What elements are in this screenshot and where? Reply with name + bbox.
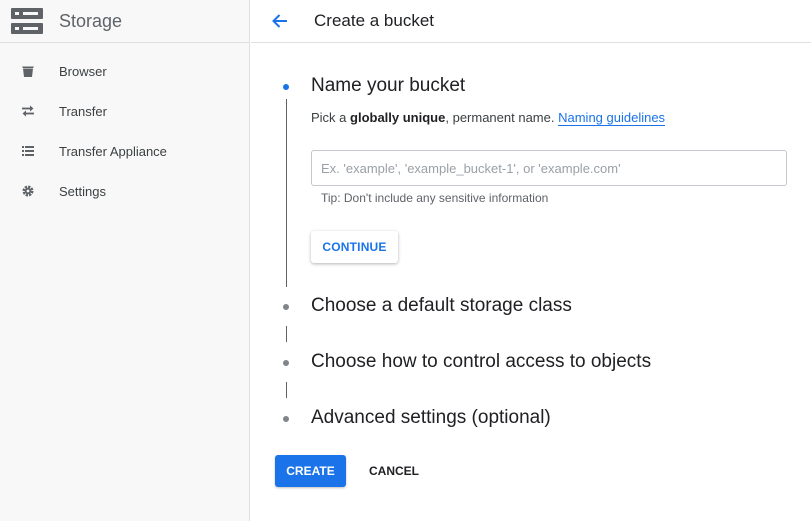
step-indicator-active xyxy=(283,84,289,90)
sidebar-item-label: Browser xyxy=(59,63,107,79)
bucket-name-input[interactable] xyxy=(311,150,787,186)
step-title-access-control[interactable]: Choose how to control access to objects xyxy=(311,351,651,373)
step-indicator xyxy=(283,360,289,366)
cancel-button[interactable]: CANCEL xyxy=(357,455,431,487)
list-icon xyxy=(20,143,36,159)
create-button[interactable]: CREATE xyxy=(275,455,346,487)
sidebar-item-browser[interactable]: Browser xyxy=(0,51,249,91)
sidebar-item-label: Transfer Appliance xyxy=(59,143,167,159)
page-title: Create a bucket xyxy=(314,11,435,30)
name-description: Pick a globally unique, permanent name. … xyxy=(311,110,666,126)
step-title-advanced-settings[interactable]: Advanced settings (optional) xyxy=(311,407,551,429)
sidebar-item-settings[interactable]: Settings xyxy=(0,171,249,211)
sidebar-nav: Browser Transfer Transfer Appliance Sett… xyxy=(0,43,249,211)
step-title-name-bucket[interactable]: Name your bucket xyxy=(311,75,465,97)
naming-guidelines-link[interactable]: Naming guidelines xyxy=(558,110,666,126)
step-connector xyxy=(286,99,287,287)
create-bucket-form: Name your bucket Pick a globally unique,… xyxy=(251,43,811,521)
arrow-back-icon xyxy=(272,14,287,28)
step-connector xyxy=(286,326,287,342)
step-indicator xyxy=(283,416,289,422)
step-connector xyxy=(286,382,287,398)
sidebar-header: Storage xyxy=(0,0,249,43)
step-indicator xyxy=(283,304,289,310)
storage-logo-icon xyxy=(11,8,43,34)
transfer-arrows-icon xyxy=(20,103,36,119)
tip-text: Tip: Don't include any sensitive informa… xyxy=(321,191,549,205)
bucket-icon xyxy=(20,63,36,79)
sidebar-item-transfer[interactable]: Transfer xyxy=(0,91,249,131)
sidebar-item-transfer-appliance[interactable]: Transfer Appliance xyxy=(0,131,249,171)
product-title: Storage xyxy=(59,10,123,31)
back-button[interactable] xyxy=(268,9,292,33)
sidebar-item-label: Settings xyxy=(59,183,106,199)
step-title-storage-class[interactable]: Choose a default storage class xyxy=(311,295,572,317)
gear-icon xyxy=(20,183,36,199)
continue-button[interactable]: CONTINUE xyxy=(311,231,398,263)
sidebar-item-label: Transfer xyxy=(59,103,107,119)
sidebar: Storage Browser Transfer Transfer Applia… xyxy=(0,0,250,521)
main-header: Create a bucket xyxy=(251,0,811,43)
